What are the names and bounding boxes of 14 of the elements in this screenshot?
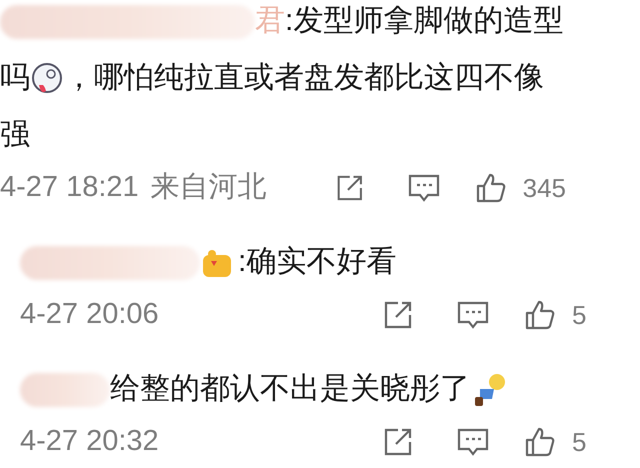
- comment-text: :确实不好看: [238, 244, 396, 280]
- comment-time: 4-27 20:06: [20, 297, 159, 332]
- comment-time: 4-27 18:21: [0, 170, 139, 206]
- like-count: 345: [522, 172, 566, 204]
- comment-text: 给整的都认不出是关晓彤了: [110, 371, 470, 407]
- comment-location: 来自河北: [150, 170, 267, 206]
- comment-text: :发型师拿脚做的造型: [285, 3, 564, 39]
- comment-time: 4-27 20:32: [20, 424, 159, 460]
- comment-text: 吗: [0, 60, 30, 96]
- like-count: 5: [572, 426, 586, 458]
- comment-text: ，哪怕纯拉直或者盘发都比这四不像: [64, 60, 544, 96]
- username[interactable]: 君: [255, 4, 285, 37]
- comment-text: 强: [0, 117, 30, 153]
- like-count: 5: [572, 298, 586, 332]
